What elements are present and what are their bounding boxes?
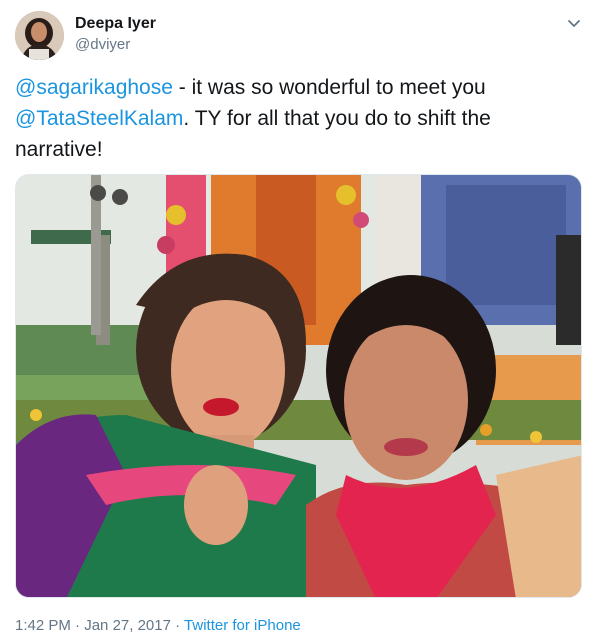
selfie-photo: [16, 175, 581, 597]
tweet-date[interactable]: Jan 27, 2017: [84, 617, 171, 634]
tweet-line-3: narrative!: [15, 134, 580, 165]
tweet-photo[interactable]: [15, 174, 582, 598]
avatar[interactable]: [15, 11, 64, 60]
tweet-text: @sagarikaghose - it was so wonderful to …: [15, 72, 580, 165]
tweet-card: Deepa Iyer @dviyer @sagarikaghose - it w…: [0, 0, 592, 644]
chevron-down-icon[interactable]: [566, 16, 582, 32]
tweet-line-2: @TataSteelKalam. TY for all that you do …: [15, 103, 580, 134]
tweet-line-1: @sagarikaghose - it was so wonderful to …: [15, 72, 580, 103]
tweet-text-segment: . TY for all that you do to shift the: [183, 107, 491, 130]
tweet-footer: 1:42 PM · Jan 27, 2017 · Twitter for iPh…: [15, 616, 301, 636]
separator: ·: [70, 617, 85, 634]
separator: ·: [170, 617, 185, 634]
tweet-text-segment: narrative!: [15, 138, 103, 161]
author-handle[interactable]: @dviyer: [75, 36, 130, 54]
tweet-source-link[interactable]: Twitter for iPhone: [184, 617, 301, 634]
tweet-text-segment: - it was so wonderful to meet you: [172, 76, 486, 99]
avatar-image: [15, 11, 64, 60]
mention-link[interactable]: @TataSteelKalam: [15, 107, 183, 130]
tweet-time[interactable]: 1:42 PM: [15, 617, 71, 634]
author-name[interactable]: Deepa Iyer: [75, 14, 156, 34]
mention-link[interactable]: @sagarikaghose: [15, 76, 173, 99]
